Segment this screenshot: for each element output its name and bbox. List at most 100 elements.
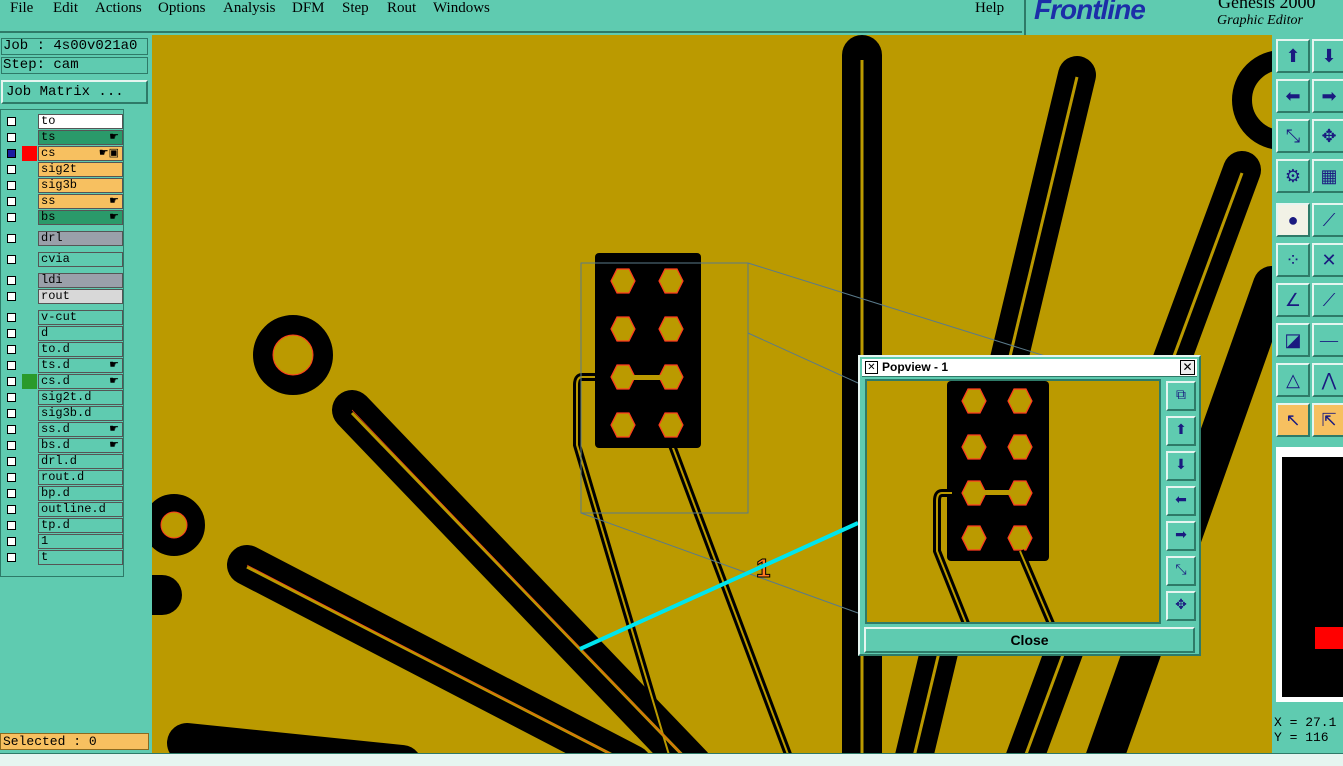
measure-icon[interactable]: ⚙: [1276, 159, 1310, 193]
layer-row-to[interactable]: to: [4, 114, 123, 129]
layer-name[interactable]: 1: [38, 534, 123, 549]
layer-row-bs.d[interactable]: bs.d ☛: [4, 438, 123, 453]
layer-name[interactable]: to.d: [38, 342, 123, 357]
menu-rout[interactable]: Rout: [387, 0, 416, 16]
layer-name[interactable]: sig3b: [38, 178, 123, 193]
menu-step[interactable]: Step: [342, 0, 369, 16]
overview-map[interactable]: [1276, 447, 1343, 702]
angle-icon[interactable]: ∠: [1276, 283, 1310, 317]
layer-name[interactable]: sig2t.d: [38, 390, 123, 405]
layer-checkbox[interactable]: [7, 165, 16, 174]
pan-left-icon[interactable]: ⬅: [1276, 79, 1310, 113]
window-menu-icon[interactable]: ✕: [865, 361, 878, 374]
layer-checkbox[interactable]: [7, 117, 16, 126]
layer-row-t[interactable]: t: [4, 550, 123, 565]
pan-down-icon[interactable]: ⬇: [1166, 451, 1196, 481]
layer-checkbox[interactable]: [7, 377, 16, 386]
menu-edit[interactable]: Edit: [53, 0, 78, 16]
layer-row-sig3b.d[interactable]: sig3b.d: [4, 406, 123, 421]
layer-checkbox[interactable]: [7, 489, 16, 498]
layer-name[interactable]: drl: [38, 231, 123, 246]
layer-row-ss[interactable]: ss ☛: [4, 194, 123, 209]
layer-row-v-cut[interactable]: v-cut: [4, 310, 123, 325]
layer-row-ts[interactable]: ts ☛: [4, 130, 123, 145]
layer-name[interactable]: drl.d: [38, 454, 123, 469]
cross-icon[interactable]: ✕: [1312, 243, 1343, 277]
select-area-icon[interactable]: ⇱: [1312, 403, 1343, 437]
layer-name[interactable]: cvia: [38, 252, 123, 267]
zoom-out-icon[interactable]: ✥: [1166, 591, 1196, 621]
layer-row-bs[interactable]: bs ☛: [4, 210, 123, 225]
layer-name[interactable]: sig2t: [38, 162, 123, 177]
layer-row-bp.d[interactable]: bp.d: [4, 486, 123, 501]
layer-row-sig2t[interactable]: sig2t: [4, 162, 123, 177]
menu-windows[interactable]: Windows: [433, 0, 490, 16]
menu-actions[interactable]: Actions: [95, 0, 142, 16]
pan-right-icon[interactable]: ➡: [1166, 521, 1196, 551]
layer-checkbox[interactable]: [7, 473, 16, 482]
pan-right-icon[interactable]: ➡: [1312, 79, 1343, 113]
arc-icon[interactable]: ◪: [1276, 323, 1310, 357]
close-icon[interactable]: ✕: [1180, 360, 1195, 375]
layer-row-d[interactable]: d: [4, 326, 123, 341]
layer-checkbox[interactable]: [7, 313, 16, 322]
pad-add-icon[interactable]: ●: [1276, 203, 1310, 237]
layer-checkbox[interactable]: [7, 213, 16, 222]
layer-row-ss.d[interactable]: ss.d ☛: [4, 422, 123, 437]
layer-checkbox[interactable]: [7, 149, 16, 158]
layer-row-1[interactable]: 1: [4, 534, 123, 549]
zoom-in-icon[interactable]: ⤡: [1276, 119, 1310, 153]
menu-help[interactable]: Help: [975, 0, 1004, 16]
popview-canvas[interactable]: [865, 379, 1161, 624]
layer-checkbox[interactable]: [7, 361, 16, 370]
layer-row-drl.d[interactable]: drl.d: [4, 454, 123, 469]
layer-checkbox[interactable]: [7, 457, 16, 466]
layer-row-rout.d[interactable]: rout.d: [4, 470, 123, 485]
layer-name[interactable]: tp.d: [38, 518, 123, 533]
zoom-out-icon[interactable]: ✥: [1312, 119, 1343, 153]
connect-icon[interactable]: ⁘: [1276, 243, 1310, 277]
layer-checkbox[interactable]: [7, 521, 16, 530]
layer-name[interactable]: outline.d: [38, 502, 123, 517]
layer-checkbox[interactable]: [7, 345, 16, 354]
job-matrix-button[interactable]: Job Matrix ...: [1, 80, 148, 104]
layer-checkbox[interactable]: [7, 505, 16, 514]
pan-down-icon[interactable]: ⬇: [1312, 39, 1343, 73]
polygon-icon[interactable]: ⋀: [1312, 363, 1343, 397]
layer-row-sig3b[interactable]: sig3b: [4, 178, 123, 193]
triangle-icon[interactable]: △: [1276, 363, 1310, 397]
layer-checkbox[interactable]: [7, 537, 16, 546]
layer-row-ts.d[interactable]: ts.d ☛: [4, 358, 123, 373]
menu-analysis[interactable]: Analysis: [223, 0, 276, 16]
menu-file[interactable]: File: [10, 0, 33, 16]
menu-options[interactable]: Options: [158, 0, 206, 16]
zoom-in-icon[interactable]: ⤡: [1166, 556, 1196, 586]
menu-dfm[interactable]: DFM: [292, 0, 325, 16]
pan-up-icon[interactable]: ⬆: [1276, 39, 1310, 73]
layer-row-to.d[interactable]: to.d: [4, 342, 123, 357]
layer-row-drl[interactable]: drl: [4, 231, 123, 246]
layer-row-tp.d[interactable]: tp.d: [4, 518, 123, 533]
layer-row-cs.d[interactable]: cs.d ☛: [4, 374, 123, 389]
popview-titlebar[interactable]: ✕ Popview - 1 ✕: [862, 359, 1197, 377]
select-pointer-icon[interactable]: ↖: [1276, 403, 1310, 437]
layer-name[interactable]: rout.d: [38, 470, 123, 485]
layer-name[interactable]: to: [38, 114, 123, 129]
zoom-fit-icon[interactable]: ⧉: [1166, 381, 1196, 411]
layer-name[interactable]: ldi: [38, 273, 123, 288]
pan-left-icon[interactable]: ⬅: [1166, 486, 1196, 516]
layer-row-cs[interactable]: cs ☛▣: [4, 146, 123, 161]
layer-checkbox[interactable]: [7, 393, 16, 402]
layer-checkbox[interactable]: [7, 553, 16, 562]
slope-icon[interactable]: ⟋: [1312, 283, 1343, 317]
layer-checkbox[interactable]: [7, 441, 16, 450]
layer-checkbox[interactable]: [7, 292, 16, 301]
layer-row-sig2t.d[interactable]: sig2t.d: [4, 390, 123, 405]
grid-icon[interactable]: ▦: [1312, 159, 1343, 193]
layer-checkbox[interactable]: [7, 255, 16, 264]
layer-checkbox[interactable]: [7, 197, 16, 206]
layer-row-cvia[interactable]: cvia: [4, 252, 123, 267]
popview-close-button[interactable]: Close: [864, 627, 1195, 653]
layer-name[interactable]: sig3b.d: [38, 406, 123, 421]
layer-name[interactable]: bp.d: [38, 486, 123, 501]
